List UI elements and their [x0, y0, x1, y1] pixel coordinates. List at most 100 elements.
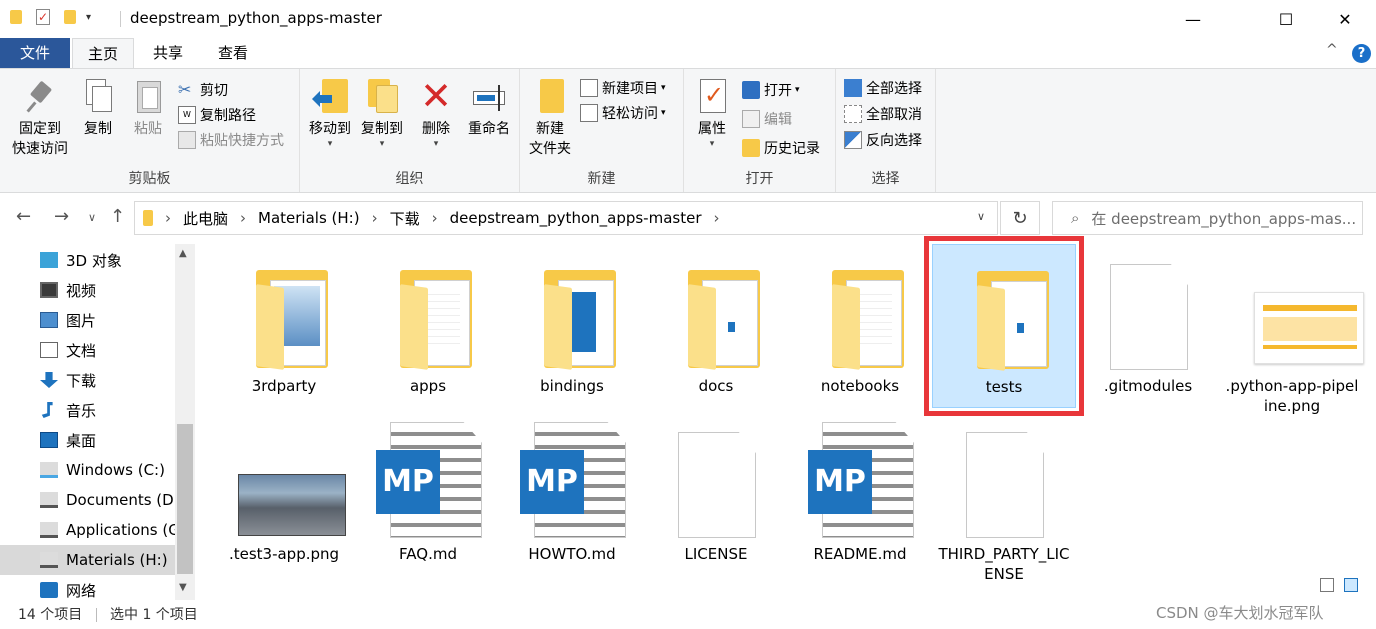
sidebar-item[interactable]: 3D 对象	[0, 245, 175, 275]
up-arrow-icon[interactable]: ↑	[110, 206, 125, 227]
sidebar-item[interactable]: Windows (C:)	[0, 455, 175, 485]
collapse-ribbon-icon[interactable]: ^	[1326, 42, 1338, 58]
scroll-down-icon[interactable]: ▼	[179, 582, 187, 593]
breadcrumb-downloads[interactable]: 下载	[390, 208, 420, 229]
clipboard-group-label: 剪贴板	[128, 171, 171, 187]
help-icon[interactable]: ?	[1352, 44, 1371, 63]
details-view-icon[interactable]	[1320, 578, 1334, 592]
sidebar-item[interactable]: 音乐	[0, 395, 175, 425]
easy-access-button[interactable]: 轻松访问 ▾	[580, 102, 666, 124]
breadcrumb-this-pc[interactable]: 此电脑	[183, 208, 228, 229]
breadcrumb-separator-icon: ›	[431, 209, 438, 227]
close-button[interactable]: ✕	[1322, 0, 1368, 38]
sidebar-item[interactable]: Documents (D:)	[0, 485, 175, 515]
new-item-button[interactable]: 新建项目 ▾	[580, 77, 666, 99]
large-icons-view-icon[interactable]	[1344, 578, 1358, 592]
history-button[interactable]: 历史记录	[742, 137, 820, 159]
file-item[interactable]: apps	[356, 244, 500, 408]
copy-path-button[interactable]: W 复制路径	[178, 104, 256, 126]
select-none-button[interactable]: 全部取消	[844, 103, 922, 125]
file-item[interactable]: LICENSE	[644, 412, 788, 576]
new-folder-button[interactable]: 新建 文件夹	[524, 77, 576, 159]
search-icon: ⌕	[1071, 209, 1080, 227]
folder-icon	[644, 252, 788, 372]
cut-button[interactable]: ✂ 剪切	[178, 79, 228, 101]
sidebar-item[interactable]: Materials (H:)	[0, 545, 175, 575]
properties-button[interactable]: ✓ 属性 ▾	[690, 77, 734, 149]
sidebar-item[interactable]: 文档	[0, 335, 175, 365]
file-item[interactable]: .gitmodules	[1076, 244, 1220, 408]
file-item[interactable]: 3rdparty	[212, 244, 356, 408]
file-item[interactable]: MP README.md	[788, 412, 932, 576]
navigation-pane: 3D 对象 视频 图片 文档 下载 音乐 桌面 Windows (C:) Documents (…	[0, 244, 196, 600]
tab-home[interactable]: 主页	[72, 38, 134, 68]
file-item[interactable]: .python-app-pipeline.png	[1220, 244, 1364, 415]
paste-shortcut-button[interactable]: 粘贴快捷方式	[178, 129, 284, 151]
file-item[interactable]: THIRD_PARTY_LICENSE	[932, 412, 1076, 583]
organize-group-label: 组织	[395, 171, 424, 187]
search-placeholder: 在 deepstream_python_apps-mas...	[1091, 209, 1357, 228]
paste-button[interactable]: 粘贴	[126, 77, 170, 139]
copy-to-button[interactable]: 复制到 ▾	[356, 77, 408, 149]
sidebar-scrollbar[interactable]: ▲ ▼	[175, 244, 195, 600]
sidebar-scroll-thumb[interactable]	[177, 424, 193, 574]
sidebar-item-label: Applications (G:)	[66, 521, 175, 539]
breadcrumb-materials-drive[interactable]: Materials (H:)	[258, 209, 360, 227]
select-all-button[interactable]: 全部选择	[844, 77, 922, 99]
customize-toolbar-chevron-icon[interactable]: ▾	[86, 12, 91, 23]
edit-button[interactable]: 编辑	[742, 108, 792, 130]
sidebar-item[interactable]: 网络	[0, 575, 175, 600]
blue-file-preview-shape	[728, 322, 735, 332]
file-item[interactable]: MP HOWTO.md	[500, 412, 644, 576]
properties-check-icon[interactable]: ✓	[36, 9, 50, 25]
drive-icon	[40, 552, 58, 568]
search-input[interactable]: ⌕ 在 deepstream_python_apps-mas...	[1052, 201, 1363, 235]
open-group: ✓ 属性 ▾ 打开 ▾ 编辑 历史记录 打开	[684, 69, 836, 192]
file-item[interactable]: .test3-app.png	[212, 412, 356, 576]
rename-button[interactable]: 重命名	[462, 77, 516, 139]
file-name: .gitmodules	[1103, 377, 1193, 395]
file-item[interactable]: MP FAQ.md	[356, 412, 500, 576]
breadcrumb-current-folder[interactable]: deepstream_python_apps-master	[450, 209, 702, 227]
file-item[interactable]: bindings	[500, 244, 644, 408]
file-item[interactable]: notebooks	[788, 244, 932, 408]
selected-count: 选中 1 个项目	[110, 607, 198, 623]
invert-selection-button[interactable]: 反向选择	[844, 129, 922, 151]
back-arrow-icon[interactable]: ←	[16, 206, 31, 227]
invert-selection-label: 反向选择	[866, 133, 922, 149]
copy-button[interactable]: 复制	[76, 77, 120, 139]
scroll-up-icon[interactable]: ▲	[179, 248, 187, 259]
maximize-button[interactable]: ☐	[1263, 0, 1309, 38]
pin-label-line1: 固定到	[19, 121, 61, 137]
md-badge-shape: MP	[520, 450, 584, 514]
file-item[interactable]: tests	[924, 236, 1084, 416]
breadcrumb-separator-icon: ›	[165, 209, 171, 227]
pin-quick-access-button[interactable]: 固定到 快速访问	[6, 77, 74, 159]
sidebar-item[interactable]: 桌面	[0, 425, 175, 455]
folder-icon	[356, 252, 500, 372]
sidebar-item-label: 网络	[66, 581, 97, 600]
file-item[interactable]: docs	[644, 244, 788, 408]
new-folder-quick-icon[interactable]	[64, 10, 76, 24]
tab-view[interactable]: 查看	[203, 38, 263, 68]
address-bar[interactable]: › 此电脑 › Materials (H:) › 下载 › deepstream…	[134, 201, 998, 235]
tab-share[interactable]: 共享	[138, 38, 198, 68]
forward-arrow-icon[interactable]: →	[54, 206, 69, 227]
sidebar-item[interactable]: 下载	[0, 365, 175, 395]
desktop-icon	[40, 432, 58, 448]
markdown-file-icon: MP	[356, 420, 500, 540]
move-to-button[interactable]: 移动到 ▾	[304, 77, 356, 149]
image-file-icon	[1220, 252, 1364, 372]
open-button[interactable]: 打开 ▾	[742, 79, 800, 101]
refresh-icon[interactable]: ↻	[1000, 201, 1040, 235]
delete-button[interactable]: ✕ 删除 ▾	[414, 77, 458, 149]
sidebar-item[interactable]: Applications (G:)	[0, 515, 175, 545]
recent-locations-chevron-icon[interactable]: ∨	[88, 211, 96, 224]
sidebar-item[interactable]: 视频	[0, 275, 175, 305]
easy-access-icon	[580, 104, 598, 122]
address-history-chevron-icon[interactable]: ∨	[977, 210, 985, 223]
minimize-button[interactable]: —	[1170, 0, 1216, 38]
sidebar-item[interactable]: 图片	[0, 305, 175, 335]
folder-front-shape	[256, 284, 284, 370]
tab-file[interactable]: 文件	[0, 38, 70, 68]
